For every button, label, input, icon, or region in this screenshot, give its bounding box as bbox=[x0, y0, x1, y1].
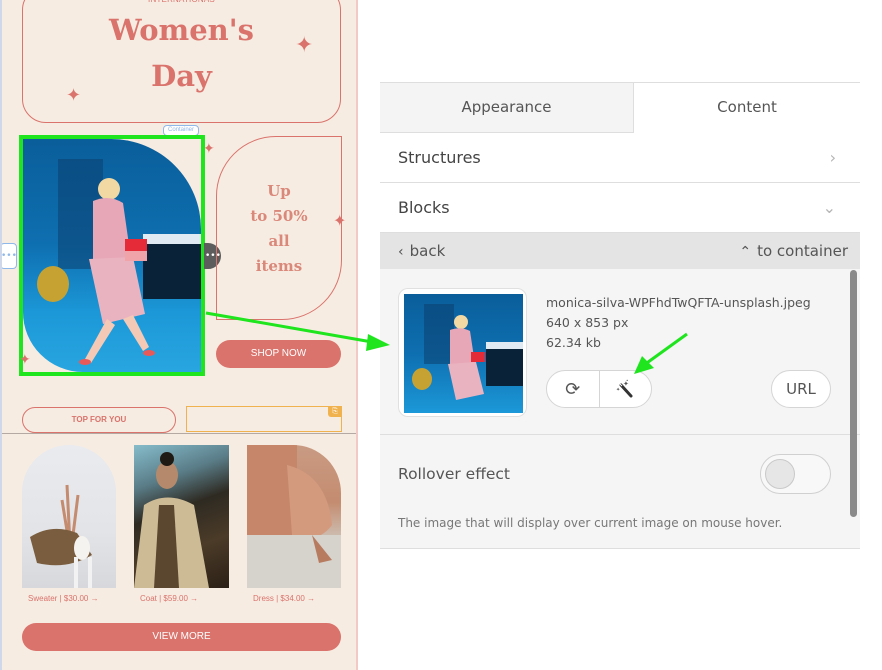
chevron-right-icon: › bbox=[829, 148, 836, 167]
photo-illustration bbox=[37, 159, 201, 365]
sparkle-icon: ✦ bbox=[66, 85, 82, 106]
thumbnail-illustration bbox=[412, 304, 523, 400]
product-label[interactable]: Sweater | $30.00 → bbox=[28, 594, 99, 603]
to-container-label: to container bbox=[757, 242, 848, 260]
shop-now-button[interactable]: SHOP NOW bbox=[216, 340, 341, 368]
image-action-group: ⟳ ✦ ✦ • bbox=[546, 370, 652, 408]
rollover-help-text: The image that will display over current… bbox=[398, 516, 783, 530]
magic-edit-button[interactable]: ✦ ✦ • bbox=[598, 371, 652, 407]
copy-icon[interactable]: ⎘ bbox=[328, 406, 342, 417]
email-canvas: INTERNATIONAS Women's Day ✦ ✦ Container … bbox=[0, 0, 358, 670]
promo-text: Up to 50% all items bbox=[217, 179, 341, 279]
promo-line: all bbox=[268, 232, 290, 250]
svg-text:✦: ✦ bbox=[616, 387, 620, 393]
svg-text:•: • bbox=[626, 379, 628, 383]
image-thumbnail-card[interactable] bbox=[398, 288, 527, 417]
sparkle-icon: ✦ bbox=[19, 352, 31, 368]
image-thumbnail bbox=[404, 294, 523, 413]
refresh-icon: ⟳ bbox=[565, 378, 581, 400]
url-button[interactable]: URL bbox=[771, 370, 831, 408]
image-settings: monica-silva-WPFhdTwQFTA-unsplash.jpeg 6… bbox=[380, 269, 860, 435]
selected-image-block[interactable]: ✦ bbox=[19, 135, 205, 376]
chevron-left-icon: ‹ bbox=[398, 244, 404, 260]
hero-title-line1: Women's bbox=[109, 13, 254, 47]
magic-wand-icon: ✦ ✦ • bbox=[616, 379, 633, 398]
image-dimensions: 640 x 853 px bbox=[546, 315, 629, 330]
hero-block[interactable]: INTERNATIONAS Women's Day ✦ ✦ bbox=[22, 0, 341, 123]
panel-scrollbar[interactable] bbox=[850, 270, 857, 517]
block-nav-bar: ‹ back ⌃ to container bbox=[380, 233, 860, 269]
structures-label: Structures bbox=[398, 148, 481, 167]
sparkle-icon: ✦ bbox=[333, 211, 347, 230]
promo-line: items bbox=[255, 257, 303, 275]
blocks-label: Blocks bbox=[398, 198, 450, 217]
section-divider bbox=[2, 433, 356, 434]
promo-line: Up bbox=[267, 182, 291, 200]
blocks-section[interactable]: Blocks ⌄ bbox=[380, 183, 860, 233]
settings-panel: Appearance Content Structures › Blocks ⌄… bbox=[380, 82, 860, 549]
product-label[interactable]: Dress | $34.00 → bbox=[253, 594, 315, 603]
tab-appearance[interactable]: Appearance bbox=[380, 83, 634, 133]
row-handle-left[interactable]: ••• bbox=[2, 243, 17, 269]
image-meta: monica-silva-WPFhdTwQFTA-unsplash.jpeg 6… bbox=[546, 293, 811, 353]
back-label: back bbox=[409, 242, 446, 260]
product-image-coat[interactable] bbox=[134, 445, 229, 588]
panel-tabs: Appearance Content bbox=[380, 83, 860, 133]
empty-block[interactable]: ⎘ bbox=[186, 406, 342, 432]
chevron-up-icon: ⌃ bbox=[739, 244, 752, 260]
hero-kicker: INTERNATIONAS bbox=[23, 0, 340, 4]
sparkle-icon: ✦ bbox=[295, 33, 314, 58]
rollover-section: Rollover effect The image that will disp… bbox=[380, 435, 860, 549]
toggle-knob bbox=[765, 459, 795, 489]
view-more-button[interactable]: VIEW MORE bbox=[22, 623, 341, 651]
rollover-label: Rollover effect bbox=[398, 465, 511, 483]
product-image-sweater[interactable] bbox=[22, 445, 116, 588]
top-for-you-tab[interactable]: TOP FOR YOU bbox=[22, 407, 176, 433]
tab-content[interactable]: Content bbox=[634, 83, 860, 133]
rollover-toggle[interactable] bbox=[760, 454, 831, 494]
dress-illustration bbox=[247, 445, 341, 588]
promo-line: to 50% bbox=[250, 207, 308, 225]
image-filesize: 62.34 kb bbox=[546, 335, 601, 350]
image-filename: monica-silva-WPFhdTwQFTA-unsplash.jpeg bbox=[546, 295, 811, 310]
structures-section[interactable]: Structures › bbox=[380, 133, 860, 183]
product-label[interactable]: Coat | $59.00 → bbox=[140, 594, 198, 603]
chevron-down-icon: ⌄ bbox=[822, 198, 836, 217]
product-image-dress[interactable] bbox=[247, 445, 341, 588]
to-container-button[interactable]: ⌃ to container bbox=[739, 242, 848, 260]
replace-image-button[interactable]: ⟳ bbox=[547, 371, 599, 407]
back-button[interactable]: ‹ back bbox=[398, 242, 445, 260]
fashion-photo bbox=[23, 139, 201, 372]
sweater-illustration bbox=[30, 484, 92, 588]
promo-block[interactable]: Up to 50% all items ✦ bbox=[216, 136, 346, 320]
coat-illustration bbox=[134, 452, 209, 588]
